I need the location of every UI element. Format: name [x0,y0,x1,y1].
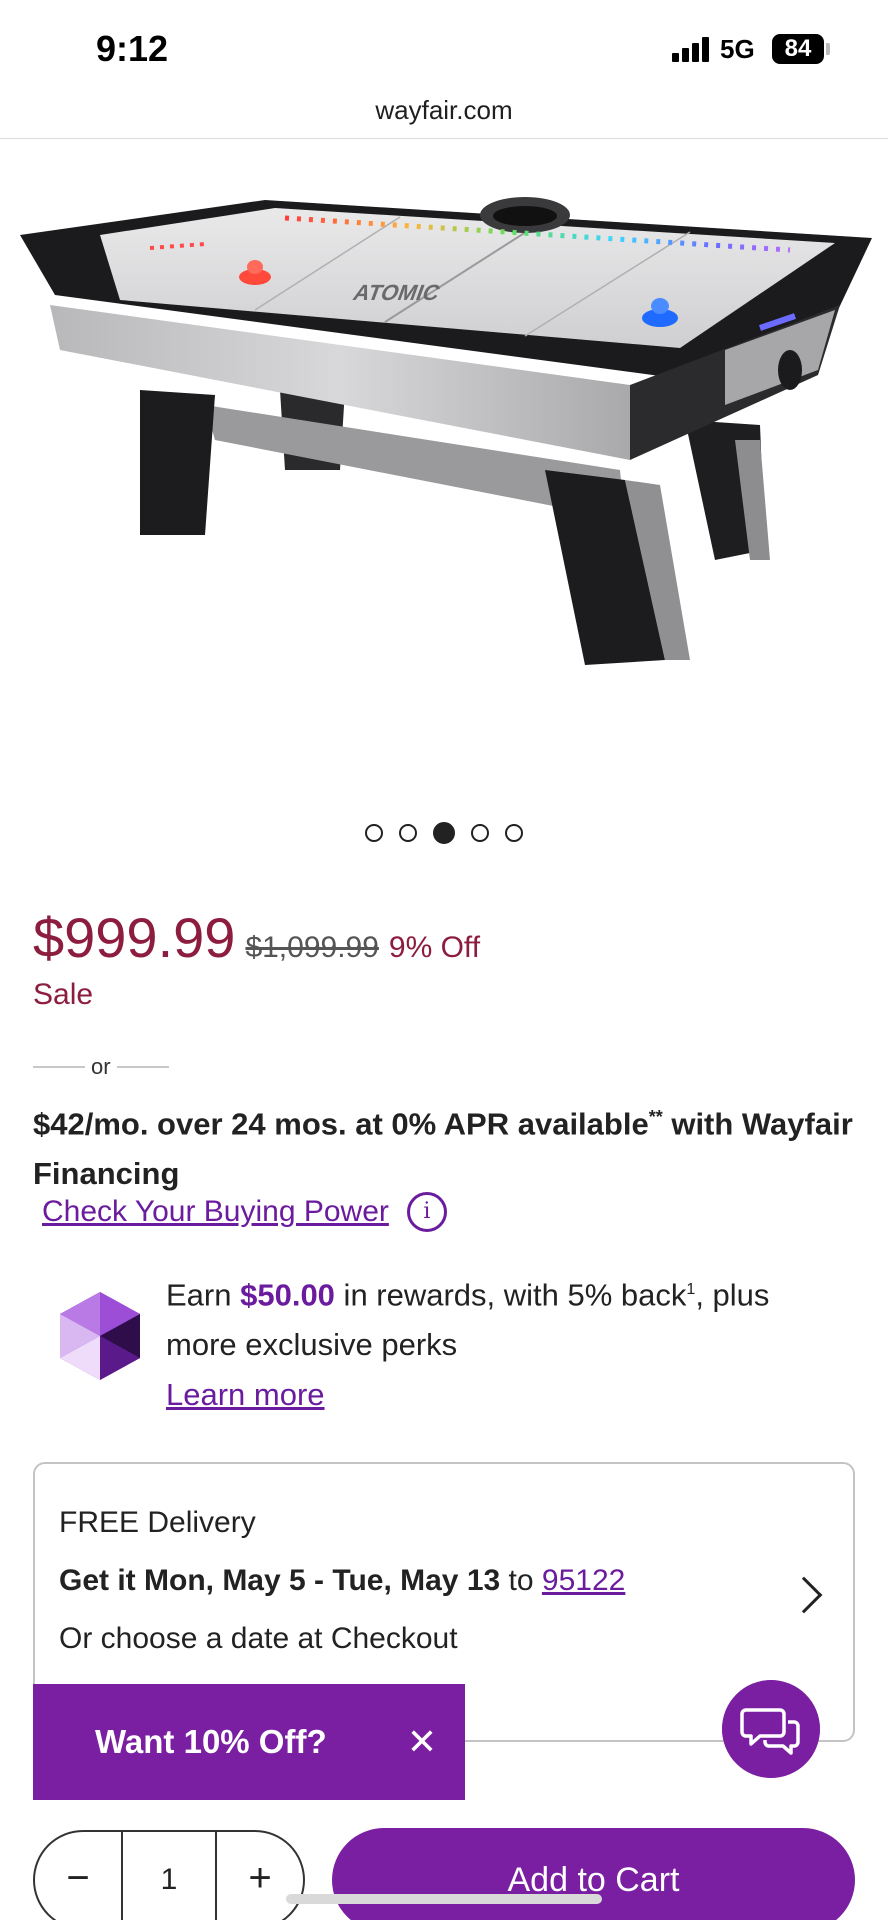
or-line-left [33,1066,85,1068]
rewards-earn-prefix: Earn [166,1277,241,1313]
image-carousel-dots [0,822,888,844]
rewards-offer: Earn $50.00 in rewards, with 5% back1, p… [166,1265,846,1420]
rewards-footnote: 1 [686,1281,696,1298]
add-to-cart-button[interactable]: Add to Cart [332,1828,855,1920]
quantity-value[interactable]: 1 [123,1832,215,1920]
carousel-dot-5[interactable] [505,824,523,842]
carousel-dot-1[interactable] [365,824,383,842]
status-time: 9:12 [96,28,169,69]
delivery-title: FREE Delivery [59,1506,256,1539]
header-divider [0,138,888,139]
delivery-date-range: Get it Mon, May 5 - Tue, May 13 [59,1564,501,1597]
info-icon[interactable]: i [406,1192,447,1232]
original-price: $1,099.99 [245,931,379,964]
financing-footnote: ** [648,1107,663,1127]
promo-banner[interactable]: Want 10% Off? ✕ [33,1684,465,1800]
zip-code-link[interactable]: 95122 [542,1564,625,1597]
quantity-stepper: − 1 + [33,1830,305,1920]
rewards-gem-icon [60,1292,140,1380]
carousel-dot-4[interactable] [471,824,489,842]
svg-text:ATOMIC: ATOMIC [350,280,444,305]
signal-icon [672,36,714,62]
promo-text[interactable]: Want 10% Off? [95,1723,327,1761]
network-label: 5G [720,34,755,64]
sale-price: $999.99 [33,906,236,969]
sale-label: Sale [33,978,94,1011]
status-bar: 9:12 5G 84 [0,0,888,100]
check-buying-power-link[interactable]: Check Your Buying Power [42,1195,389,1229]
battery-icon: 84 [772,34,824,64]
delivery-to: to [500,1564,542,1597]
financing-main: $42/mo. over 24 mos. at 0% APR available [33,1106,649,1142]
chat-icon[interactable] [722,1680,820,1778]
delivery-choose-date: Or choose a date at Checkout [59,1622,458,1655]
close-icon[interactable]: ✕ [407,1724,437,1760]
battery-tip [826,43,830,55]
buying-power-row: Check Your Buying Power i [42,1192,447,1232]
discount-label: 9% Off [388,931,481,964]
or-divider: or [33,1054,169,1080]
or-text: or [91,1054,111,1079]
financing-offer: $42/mo. over 24 mos. at 0% APR available… [33,1092,853,1199]
carousel-dot-3-active[interactable] [433,822,455,844]
rewards-middle: in rewards, with 5% back [334,1277,687,1313]
learn-more-link[interactable]: Learn more [166,1377,325,1412]
product-image[interactable]: ATOMIC [0,140,888,780]
rewards-amount: $50.00 [240,1277,335,1313]
chevron-right-icon[interactable] [785,1576,823,1614]
carousel-dot-2[interactable] [399,824,417,842]
price-row: $999.99 $1,099.99 9% Off [33,905,480,970]
address-bar-url[interactable]: wayfair.com [0,95,888,126]
or-line-right [116,1066,169,1068]
delivery-date: Get it Mon, May 5 - Tue, May 13 to 95122 [59,1564,625,1598]
home-indicator [286,1894,602,1904]
minus-icon[interactable]: − [35,1832,123,1920]
plus-icon[interactable]: + [215,1832,303,1920]
